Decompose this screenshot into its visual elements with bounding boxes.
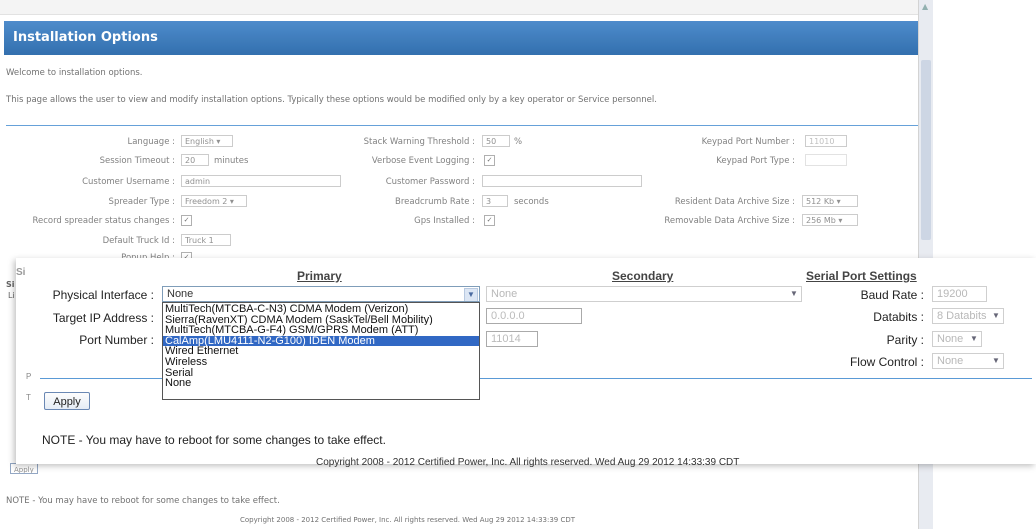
- target-ip-label: Target IP Address :: [52, 311, 154, 325]
- chevron-down-icon[interactable]: ▼: [968, 333, 980, 345]
- description-text: This page allows the user to view and mo…: [6, 95, 657, 105]
- physical-interface-dropdown[interactable]: MultiTech(MTCBA-C-N3) CDMA Modem (Verizo…: [162, 302, 480, 400]
- side-fragment: P: [26, 372, 32, 381]
- dropdown-option[interactable]: MultiTech(MTCBA-C-N3) CDMA Modem (Verizo…: [163, 304, 479, 315]
- window-frame: [0, 0, 932, 15]
- apply-button[interactable]: Apply: [44, 392, 90, 410]
- copyright-text: Copyright 2008 - 2012 Certified Power, I…: [316, 457, 740, 468]
- secondary-header: Secondary: [612, 269, 674, 283]
- serial-port-header: Serial Port Settings: [806, 269, 917, 283]
- default-truck-label: Default Truck Id :: [102, 236, 175, 246]
- side-fragment: Si: [16, 267, 26, 278]
- chevron-down-icon[interactable]: ▼: [990, 310, 1002, 322]
- default-truck-input[interactable]: Truck 1: [181, 234, 231, 246]
- verbose-logging-checkbox[interactable]: ✓: [484, 155, 495, 166]
- spreader-type-select[interactable]: Freedom 2 ▾: [181, 195, 247, 207]
- record-status-checkbox[interactable]: ✓: [181, 215, 192, 226]
- language-label: Language :: [127, 137, 175, 147]
- baud-rate-select[interactable]: 19200: [932, 286, 987, 302]
- customer-password-input[interactable]: [482, 175, 642, 187]
- chevron-down-icon[interactable]: ▼: [788, 288, 800, 300]
- secondary-port-input[interactable]: 11014: [486, 331, 538, 347]
- customer-password-label: Customer Password :: [385, 177, 475, 187]
- chevron-down-icon[interactable]: ▼: [990, 355, 1002, 367]
- section-divider: [6, 125, 922, 126]
- scrollbar-thumb[interactable]: [921, 60, 931, 240]
- keypad-port-type-select[interactable]: [805, 154, 847, 166]
- keypad-port-number-input[interactable]: 11010: [805, 135, 847, 147]
- session-timeout-label: Session Timeout :: [99, 156, 175, 166]
- page-header: Installation Options: [4, 21, 921, 55]
- keypad-port-number-label: Keypad Port Number :: [701, 137, 795, 147]
- resident-archive-select[interactable]: 512 Kb ▾: [802, 195, 858, 207]
- session-timeout-unit: minutes: [214, 156, 249, 166]
- session-timeout-input[interactable]: 20: [181, 154, 209, 166]
- keypad-port-type-label: Keypad Port Type :: [716, 156, 795, 166]
- bg-note: NOTE - You may have to reboot for some c…: [6, 496, 280, 506]
- side-fragment: T: [26, 393, 31, 402]
- resident-archive-label: Resident Data Archive Size :: [674, 197, 795, 207]
- stack-warning-label: Stack Warning Threshold :: [363, 137, 475, 147]
- parity-select[interactable]: None ▼: [932, 331, 982, 347]
- reboot-note: NOTE - You may have to reboot for some c…: [42, 433, 386, 447]
- databits-label: Databits :: [873, 310, 924, 324]
- dropdown-option[interactable]: None: [163, 378, 479, 389]
- chevron-down-icon[interactable]: ▼: [464, 288, 478, 301]
- verbose-logging-label: Verbose Event Logging :: [371, 156, 475, 166]
- stack-warning-input[interactable]: 50: [482, 135, 510, 147]
- bg-apply-button[interactable]: Apply: [10, 463, 38, 474]
- flow-control-label: Flow Control :: [849, 355, 924, 369]
- welcome-text: Welcome to installation options.: [6, 68, 143, 78]
- removable-archive-label: Removable Data Archive Size :: [664, 216, 795, 226]
- secondary-ip-input[interactable]: 0.0.0.0: [486, 308, 582, 324]
- side-fragment: Li: [8, 291, 15, 300]
- dropdown-option[interactable]: Sierra(RavenXT) CDMA Modem (SaskTel/Bell…: [163, 315, 479, 326]
- databits-select[interactable]: 8 Databits ▼: [932, 308, 1004, 324]
- dropdown-option[interactable]: Serial: [163, 368, 479, 379]
- breadcrumb-rate-label: Breadcrumb Rate :: [395, 197, 475, 207]
- parity-label: Parity :: [886, 333, 924, 347]
- stack-warning-unit: %: [514, 137, 523, 147]
- baud-rate-label: Baud Rate :: [860, 288, 924, 302]
- record-status-label: Record spreader status changes :: [32, 216, 175, 226]
- secondary-interface-select[interactable]: None ▼: [486, 286, 802, 302]
- breadcrumb-rate-unit: seconds: [514, 197, 549, 207]
- network-settings-panel: Primary Secondary Serial Port Settings P…: [16, 258, 1036, 468]
- gps-installed-checkbox[interactable]: ✓: [484, 215, 495, 226]
- language-select[interactable]: English ▾: [181, 135, 233, 147]
- spreader-type-label: Spreader Type :: [108, 197, 175, 207]
- dropdown-option[interactable]: Wireless: [163, 357, 479, 368]
- gps-installed-label: Gps Installed :: [414, 216, 475, 226]
- dropdown-option[interactable]: MultiTech(MTCBA-G-F4) GSM/GPRS Modem (AT…: [163, 325, 479, 336]
- primary-header: Primary: [297, 269, 342, 283]
- dropdown-option[interactable]: Wired Ethernet: [163, 346, 479, 357]
- dropdown-option[interactable]: CalAmp(LMU4111-N2-G100) IDEN Modem: [163, 335, 479, 347]
- physical-interface-select[interactable]: None ▼: [162, 286, 480, 302]
- removable-archive-select[interactable]: 256 Mb ▾: [802, 214, 858, 226]
- flow-control-select[interactable]: None ▼: [932, 353, 1004, 369]
- physical-interface-label: Physical Interface :: [52, 288, 154, 302]
- breadcrumb-rate-input[interactable]: 3: [482, 195, 508, 207]
- side-fragment: Si: [6, 280, 15, 289]
- scroll-up-icon[interactable]: ▲: [922, 2, 928, 11]
- port-number-label: Port Number :: [79, 333, 154, 347]
- bg-copyright: Copyright 2008 - 2012 Certified Power, I…: [240, 516, 576, 524]
- customer-username-label: Customer Username :: [82, 177, 175, 187]
